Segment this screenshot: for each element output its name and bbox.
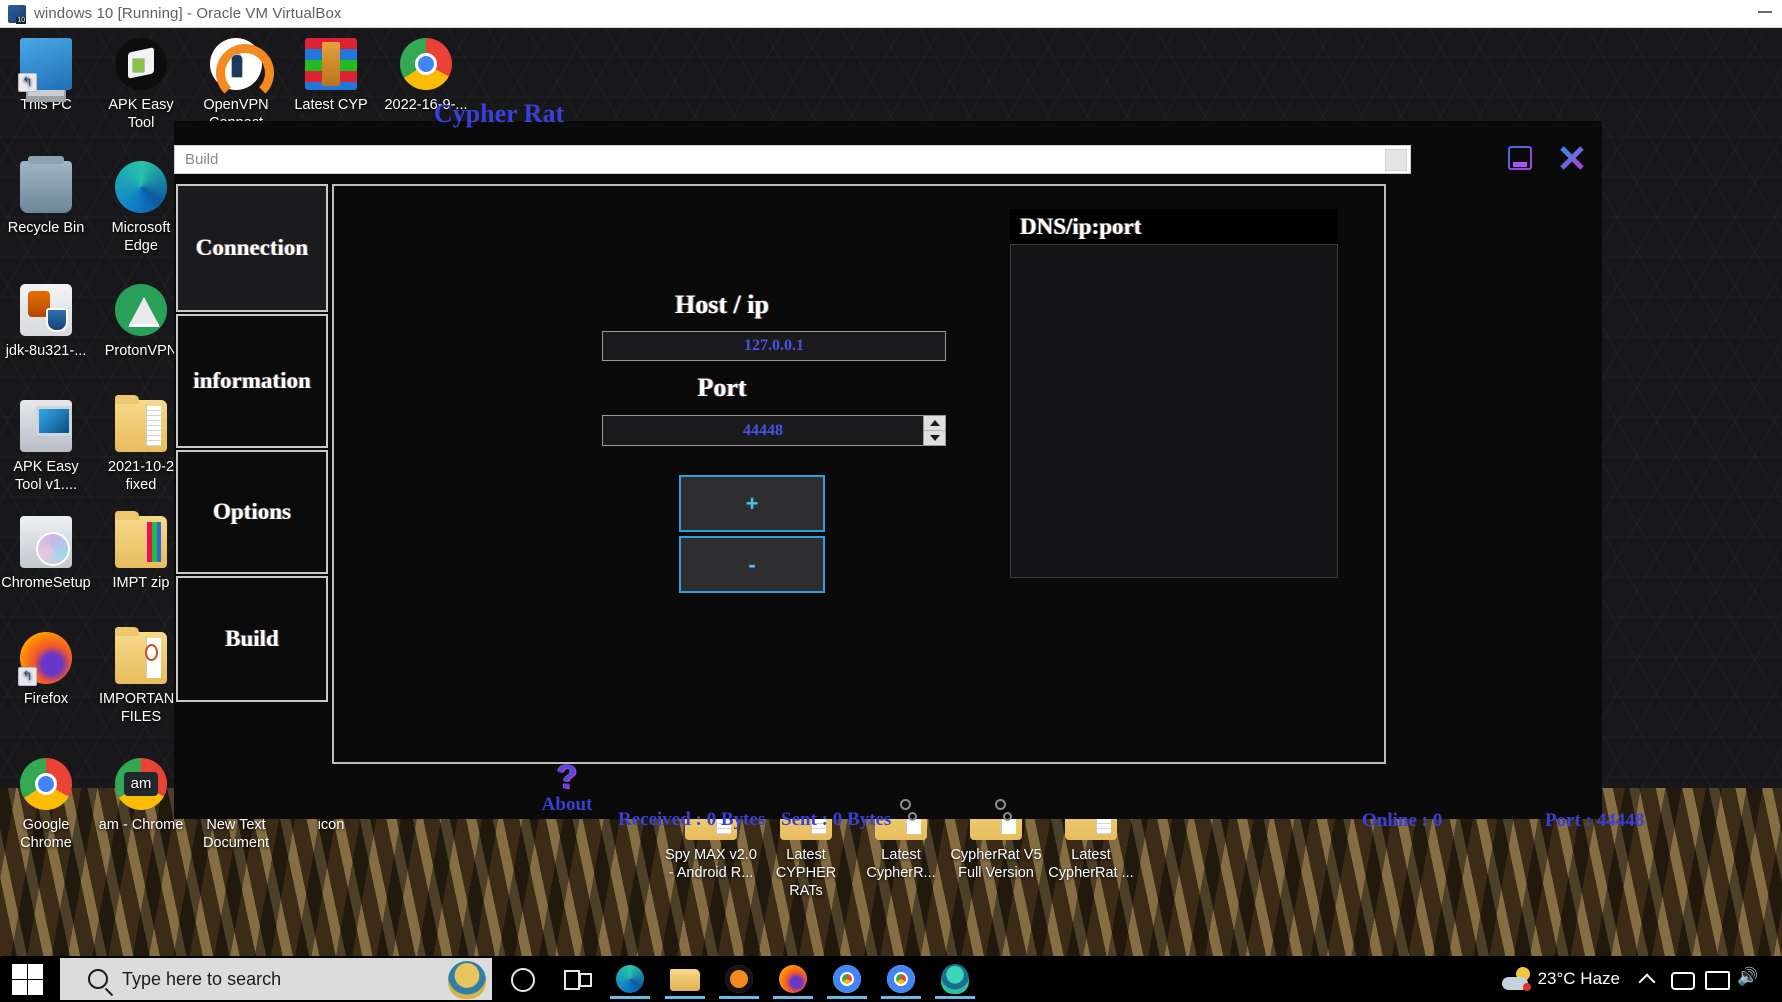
sent-bytes-status: Sent : 0 Bytes [781, 809, 892, 830]
cypher-rat-window: Cypher Rat Build Connection information … [174, 99, 1644, 831]
resize-grip[interactable] [1385, 149, 1407, 171]
chrome-icon [400, 38, 452, 90]
this-pc-icon [18, 38, 72, 92]
dns-panel: DNS/ip:port [1010, 209, 1338, 578]
cypher-rat-icon[interactable] [935, 959, 975, 999]
system-tray: 23°C Haze [1501, 956, 1778, 1002]
about-button[interactable]: ? About [536, 760, 598, 816]
app-background-title: Cypher Rat [433, 99, 565, 128]
desktop-icon-openvpn-connect[interactable]: OpenVPN Connect [190, 38, 282, 132]
openvpn-connect-icon [210, 38, 274, 102]
show-hidden-icons-chevron-up-icon[interactable] [1630, 956, 1664, 1002]
app-toolbar: Build [174, 145, 1411, 174]
desktop-icon-recycle-bin[interactable]: Recycle Bin [0, 156, 92, 237]
received-bytes-status: Received : 0 Bytes [618, 809, 766, 830]
tab-options[interactable]: Options [176, 450, 328, 574]
listening-port-status: Port : 44448 [1545, 810, 1645, 831]
display-icon[interactable] [1698, 956, 1732, 1002]
spinner-up-icon[interactable] [924, 416, 945, 430]
desktop-icon-apk-easy-tool[interactable]: APK Easy Tool [95, 38, 187, 132]
minimize-icon[interactable] [1505, 143, 1535, 173]
chrome-setup-icon [20, 516, 72, 568]
search-placeholder: Type here to search [122, 968, 282, 989]
online-count-status: Online : 0 [1362, 810, 1443, 831]
file-explorer-icon[interactable] [665, 959, 705, 999]
protonvpn-icon [115, 284, 167, 336]
chrome-icon[interactable] [827, 959, 867, 999]
openvpn-icon[interactable] [719, 959, 759, 999]
camera-icon[interactable] [1664, 956, 1698, 1002]
tab-information-label: information [193, 368, 311, 393]
desktop-icon-google-chrome[interactable]: Google Chrome [0, 758, 92, 852]
pharaoh-icon [448, 961, 486, 999]
firefox-icon[interactable] [773, 959, 813, 999]
host-label: Host / ip [675, 290, 769, 319]
windows-taskbar: Type here to search 23°C Haze [0, 956, 1782, 1002]
desktop-icon-apk-easy-tool-v1[interactable]: APK Easy Tool v1.... [0, 400, 92, 494]
desktop-icon-this-pc[interactable]: This PC [0, 38, 92, 114]
task-view-icon[interactable] [556, 959, 596, 999]
tab-information[interactable]: information [176, 314, 328, 448]
tab-options-label: Options [213, 499, 291, 524]
desktop-icon-firefox[interactable]: Firefox [0, 632, 92, 708]
port-label: Port [697, 373, 747, 402]
virtualbox-titlebar: windows 10 [Running] - Oracle VM Virtual… [0, 0, 1782, 28]
desktop-icon-jdk[interactable]: jdk-8u321-... [0, 284, 92, 360]
spinner-down-icon[interactable] [924, 430, 945, 445]
port-input[interactable]: 44448 [602, 415, 924, 446]
tab-build-label: Build [225, 626, 279, 651]
virtualbox-minimize-button[interactable] [1758, 11, 1772, 13]
tab-connection[interactable]: Connection [176, 184, 328, 312]
chrome-beta-icon[interactable] [881, 959, 921, 999]
port-spinner [924, 415, 946, 446]
toolbar-build-label: Build [185, 151, 219, 168]
app-statusbar: ? About Received : 0 Bytes Sent : 0 Byte… [290, 760, 1644, 831]
recycle-bin-icon [20, 156, 72, 213]
apk-easy-tool-setup-icon [20, 400, 72, 452]
folder-icon [115, 395, 167, 452]
host-input[interactable]: 127.0.0.1 [602, 331, 946, 361]
desktop-icon-chromesetup[interactable]: ChromeSetup [0, 516, 92, 592]
question-mark-icon: ? [556, 758, 578, 796]
close-icon[interactable] [1557, 143, 1587, 173]
edge-icon[interactable] [610, 959, 650, 999]
apk-easy-tool-icon [115, 38, 167, 90]
virtualbox-window-title: windows 10 [Running] - Oracle VM Virtual… [34, 5, 342, 22]
haze-weather-icon [1501, 967, 1532, 991]
remove-host-button[interactable]: - [679, 536, 825, 593]
folder-icon [115, 627, 167, 684]
add-host-button[interactable]: + [679, 475, 825, 532]
sidebar-tabs: Connection information Options Build [176, 184, 328, 764]
weather-text[interactable]: 23°C Haze [1538, 969, 1620, 989]
cortana-icon[interactable] [502, 959, 542, 999]
firefox-icon [18, 632, 72, 686]
search-input[interactable]: Type here to search [60, 958, 492, 1000]
chrome-icon [20, 758, 72, 810]
about-label: About [541, 794, 593, 815]
port-row: 44448 [602, 415, 946, 446]
search-icon [88, 969, 108, 989]
dns-entry-list[interactable] [1010, 244, 1338, 578]
desktop: This PC APK Easy Tool OpenVPN Connect La… [0, 28, 1782, 1002]
virtualbox-icon [8, 4, 26, 24]
edge-icon [115, 161, 167, 213]
windows-start-icon[interactable] [8, 960, 46, 998]
tab-connection-label: Connection [195, 235, 309, 260]
folder-icon [115, 511, 167, 568]
connection-pane: Host / ip 127.0.0.1 Port 44448 + - DNS/i… [332, 184, 1386, 764]
volume-icon[interactable] [1732, 956, 1766, 1002]
tab-build[interactable]: Build [176, 576, 328, 702]
am-chrome-icon [115, 758, 167, 810]
winrar-archive-icon [305, 38, 357, 90]
dns-panel-header: DNS/ip:port [1010, 209, 1338, 244]
window-controls [1505, 143, 1587, 173]
java-installer-icon [20, 284, 72, 336]
